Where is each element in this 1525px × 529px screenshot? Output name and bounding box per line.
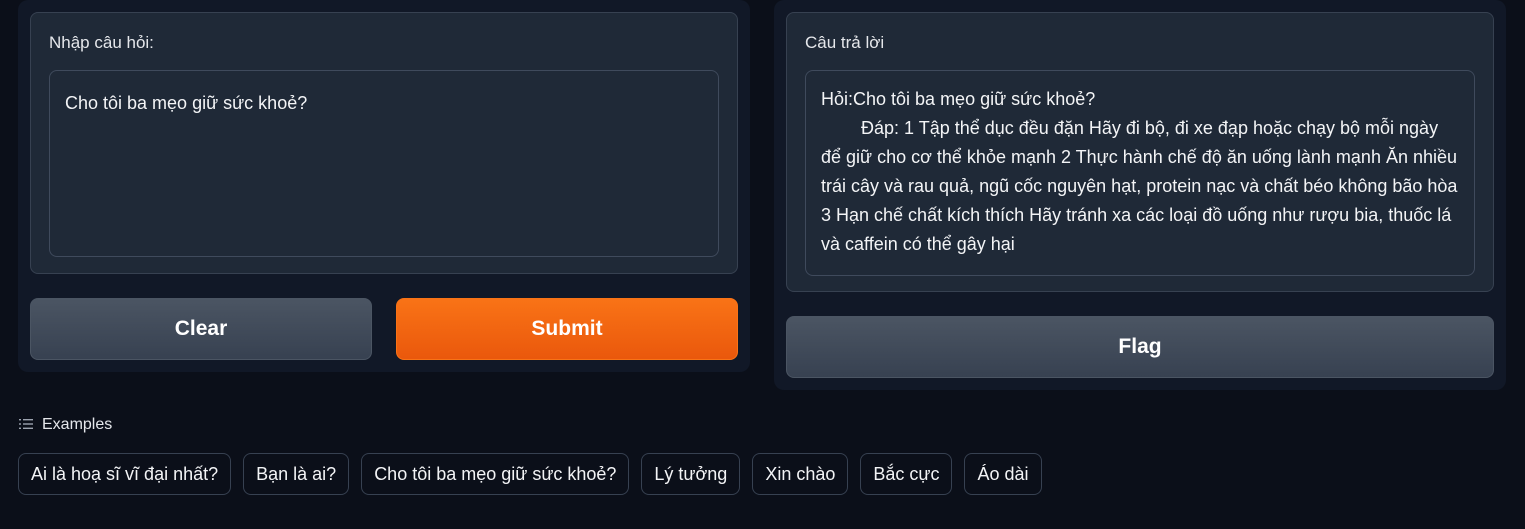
flag-button[interactable]: Flag: [786, 316, 1494, 378]
input-panel: Nhập câu hỏi: Cho tôi ba mẹo giữ sức kho…: [18, 0, 750, 372]
clear-button[interactable]: Clear: [30, 298, 372, 360]
question-input[interactable]: Cho tôi ba mẹo giữ sức khoẻ?: [65, 89, 703, 238]
example-chip[interactable]: Ai là hoạ sĩ vĩ đại nhất?: [18, 453, 232, 495]
question-textbox[interactable]: Cho tôi ba mẹo giữ sức khoẻ?: [49, 70, 719, 257]
submit-button[interactable]: Submit: [396, 298, 738, 360]
question-label: Nhập câu hỏi:: [49, 33, 154, 52]
example-chip[interactable]: Xin chào: [752, 453, 849, 495]
example-chip[interactable]: Áo dài: [964, 453, 1042, 495]
example-chip[interactable]: Bắc cực: [860, 453, 953, 495]
examples-list: Ai là hoạ sĩ vĩ đại nhất? Bạn là ai? Cho…: [18, 453, 1042, 495]
answer-textbox[interactable]: Hỏi:Cho tôi ba mẹo giữ sức khoẻ? Đáp: 1 …: [805, 70, 1475, 276]
answer-text: Hỏi:Cho tôi ba mẹo giữ sức khoẻ? Đáp: 1 …: [821, 89, 1458, 254]
answer-block: Câu trả lời Hỏi:Cho tôi ba mẹo giữ sức k…: [786, 12, 1494, 292]
example-chip[interactable]: Cho tôi ba mẹo giữ sức khoẻ?: [361, 453, 630, 495]
answer-label: Câu trả lời: [805, 33, 885, 52]
question-block: Nhập câu hỏi: Cho tôi ba mẹo giữ sức kho…: [30, 12, 738, 274]
output-panel: Câu trả lời Hỏi:Cho tôi ba mẹo giữ sức k…: [774, 0, 1506, 390]
list-icon: [19, 417, 35, 433]
examples-title: Examples: [42, 416, 113, 433]
examples-header: Examples: [19, 416, 112, 434]
example-chip[interactable]: Bạn là ai?: [243, 453, 350, 495]
example-chip[interactable]: Lý tưởng: [641, 453, 741, 495]
